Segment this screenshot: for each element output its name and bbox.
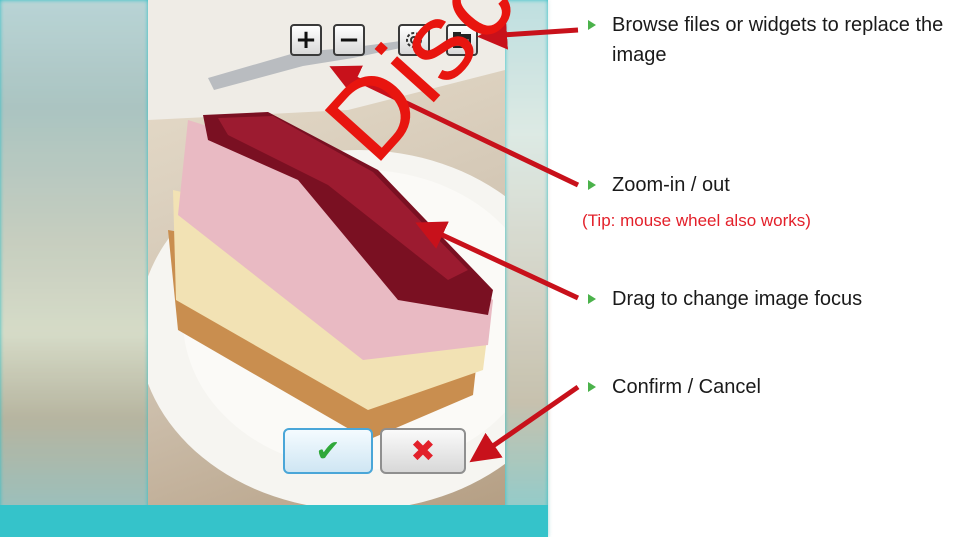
annotation-zoom: Zoom-in / out [612, 174, 730, 196]
annotation-confirm-cancel: Confirm / Cancel [612, 376, 761, 398]
arrow-browse [477, 19, 579, 50]
bullet-icon [588, 180, 596, 190]
annotation-zoom-tip: (Tip: mouse wheel also works) [582, 211, 811, 230]
arrow-drag [415, 221, 580, 301]
annotation-browse: Browse files or widgets to replace the i… [612, 10, 967, 70]
annotation-drag: Drag to change image focus [612, 288, 863, 310]
bullet-icon [588, 382, 596, 392]
bullet-icon [588, 20, 596, 30]
annotation-browse-line2: image [612, 44, 667, 66]
bullet-icon [588, 294, 596, 304]
annotation-browse-line1: Browse files or widgets to replace the [612, 14, 944, 36]
arrow-zoom [329, 65, 580, 188]
arrow-confirm [469, 384, 580, 463]
callout-arrows [329, 19, 580, 463]
